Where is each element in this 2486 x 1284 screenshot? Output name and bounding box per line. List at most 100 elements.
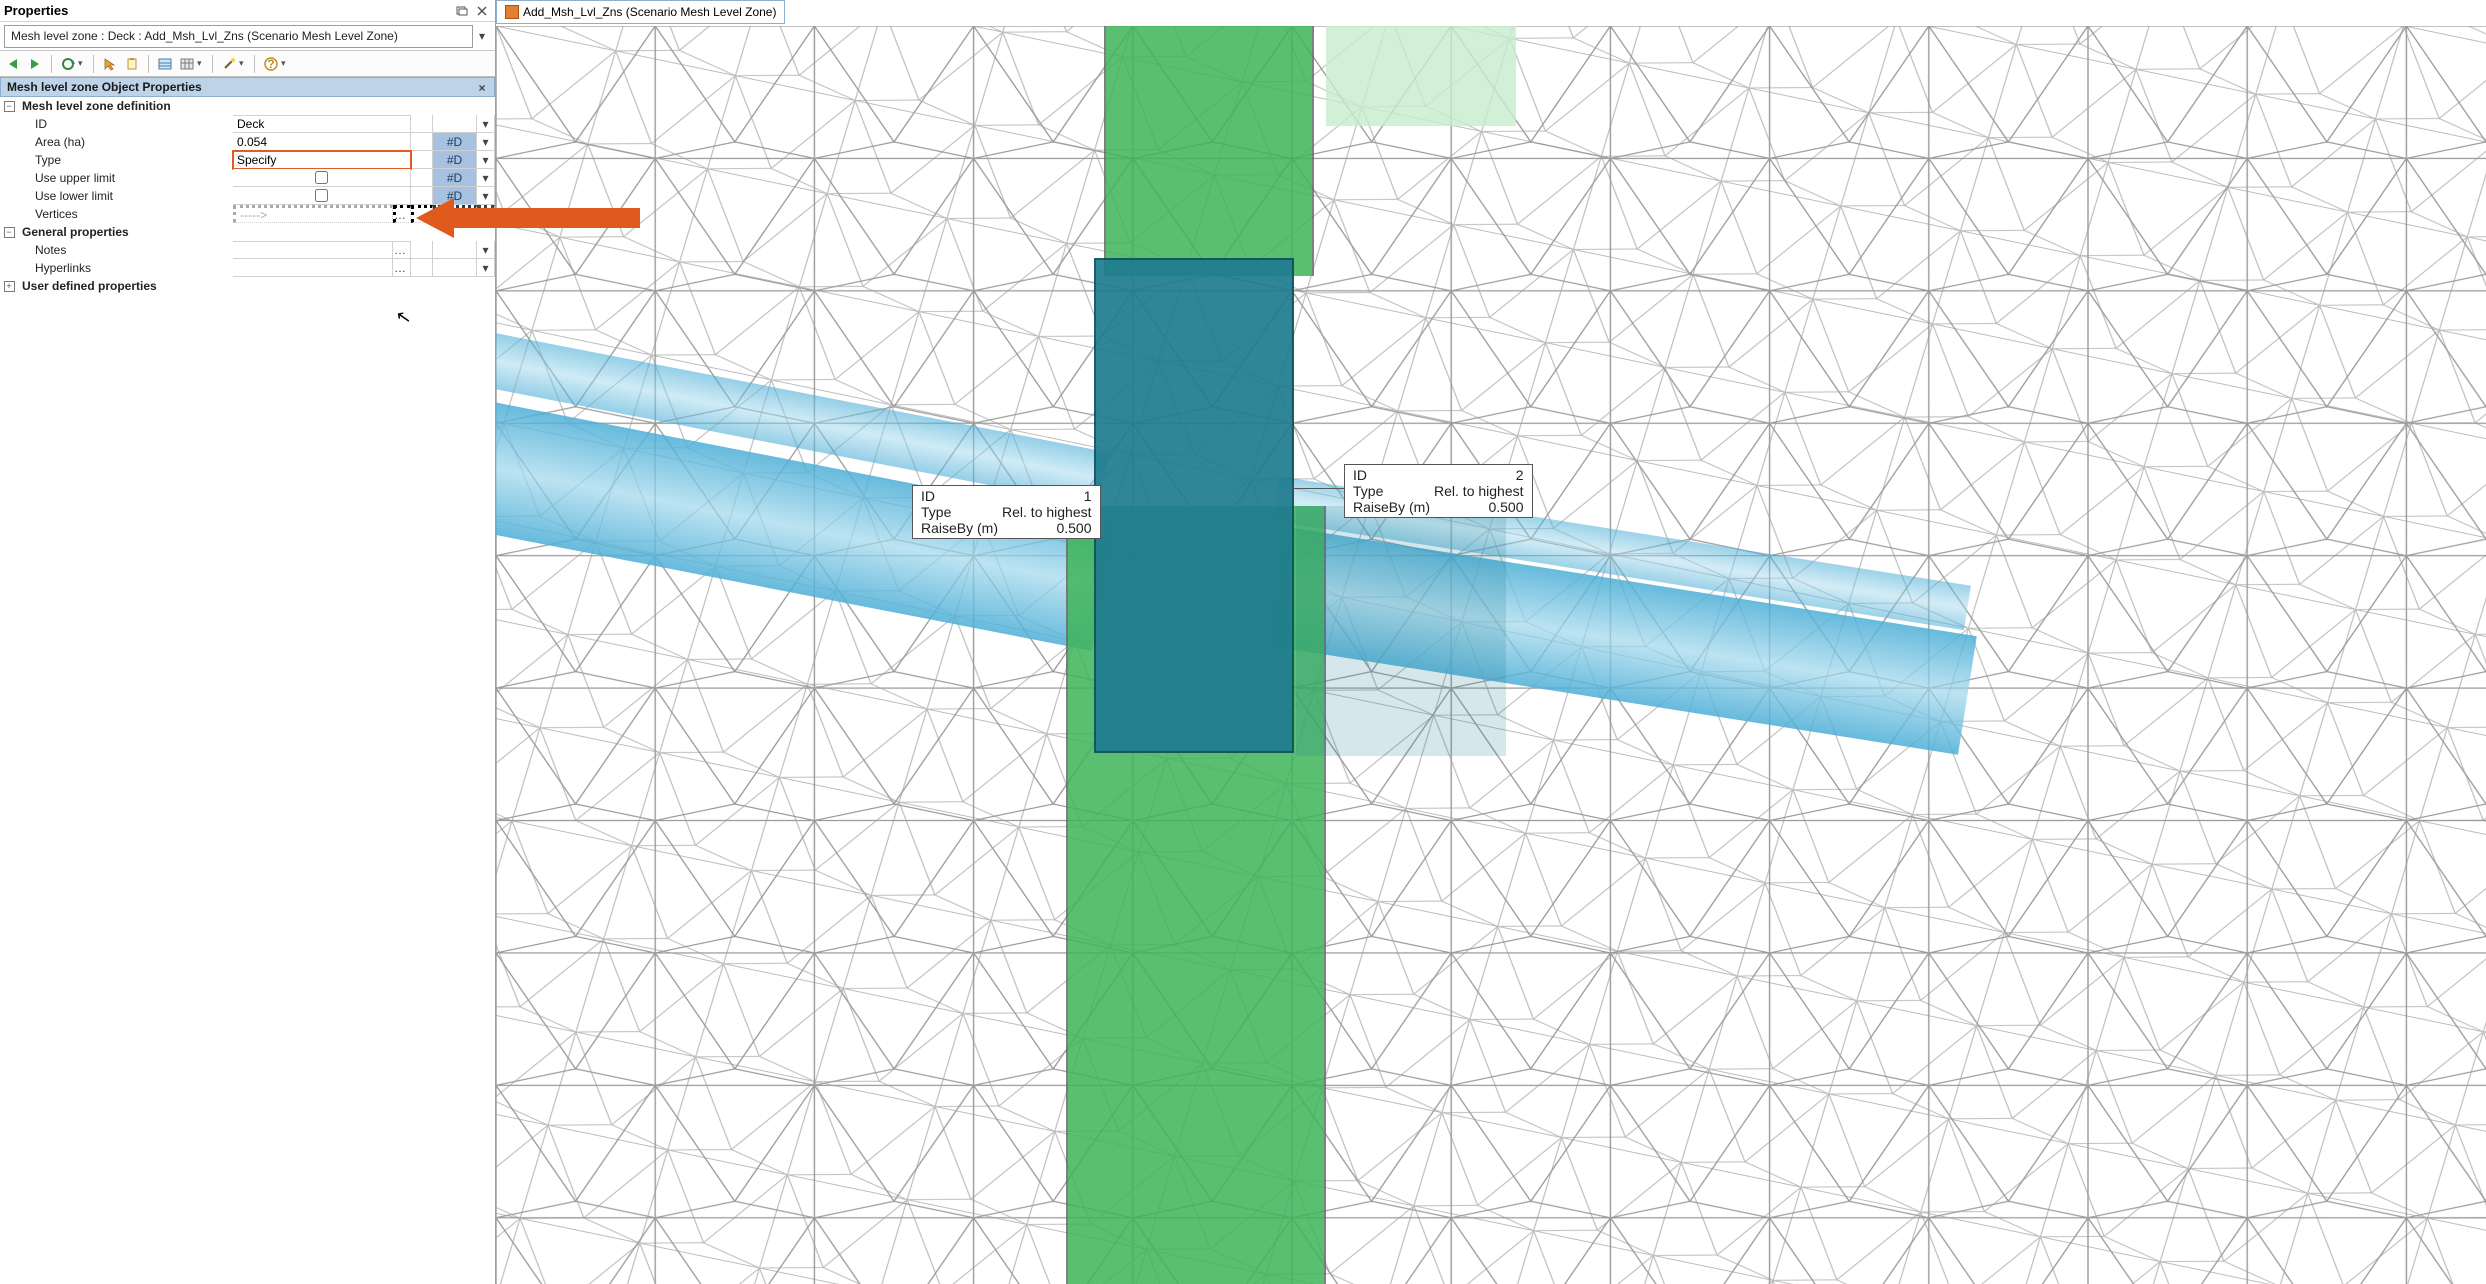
tag-notes: [433, 241, 477, 259]
deck-shadow: [1296, 506, 1506, 756]
label-notes: Notes: [13, 241, 233, 259]
dropdown-use-upper[interactable]: ▾: [477, 169, 495, 187]
collapse-icon[interactable]: −: [4, 227, 15, 238]
vertices-ellipsis-button[interactable]: …: [393, 205, 411, 223]
row-hyperlinks: Hyperlinks … ▾: [0, 259, 495, 277]
tt2-raise-v: 0.500: [1432, 499, 1526, 515]
green-zone-top: [1104, 26, 1314, 276]
label-area: Area (ha): [13, 133, 233, 151]
group-definition[interactable]: − Mesh level zone definition: [0, 97, 495, 115]
feature-label-1: ID1 TypeRel. to highest RaiseBy (m)0.500: [912, 485, 1101, 539]
tag-id: [433, 115, 477, 133]
value-id[interactable]: Deck: [233, 115, 411, 133]
collapse-icon[interactable]: −: [4, 101, 15, 112]
value-type[interactable]: Specify: [233, 151, 411, 169]
row-id: ID Deck ▾: [0, 115, 495, 133]
tag-hyperlinks: [433, 259, 477, 277]
hyperlinks-ellipsis-button[interactable]: …: [393, 259, 411, 277]
group-general-label: General properties: [18, 223, 238, 241]
value-hyperlinks[interactable]: [233, 259, 393, 277]
tt2-id-k: ID: [1351, 467, 1432, 483]
tt2-type-k: Type: [1351, 483, 1432, 499]
value-area[interactable]: 0.054: [233, 133, 411, 151]
tt1-id-k: ID: [919, 488, 1000, 504]
grid-dropdown[interactable]: ▾: [197, 58, 205, 69]
opt-id: [411, 115, 433, 133]
label-type: Type: [13, 151, 233, 169]
green-zone-fade: [1326, 26, 1516, 126]
tt1-raise-k: RaiseBy (m): [919, 520, 1000, 536]
panel-restore-icon[interactable]: [453, 3, 471, 19]
annotation-arrow-head: [416, 198, 454, 238]
group-definition-label: Mesh level zone definition: [18, 97, 238, 115]
dropdown-use-lower[interactable]: ▾: [477, 187, 495, 205]
checkbox-use-lower[interactable]: [315, 189, 328, 202]
row-type: Type Specify #D ▾: [0, 151, 495, 169]
tt1-id-v: 1: [1000, 488, 1094, 504]
section-header-label: Mesh level zone Object Properties: [7, 80, 202, 94]
pointer-icon[interactable]: [101, 55, 119, 73]
properties-panel: Properties Mesh level zone : Deck : Add_…: [0, 0, 496, 1284]
refresh-dropdown[interactable]: ▾: [78, 58, 86, 69]
grid-icon[interactable]: [178, 55, 196, 73]
nav-forward-icon[interactable]: [26, 55, 44, 73]
tag-use-upper: #D: [433, 169, 477, 187]
group-user[interactable]: + User defined properties: [0, 277, 495, 295]
label-use-lower: Use lower limit: [13, 187, 233, 205]
value-use-upper[interactable]: [233, 169, 411, 187]
table-icon[interactable]: [156, 55, 174, 73]
value-use-lower[interactable]: [233, 187, 411, 205]
opt-area: [411, 133, 433, 151]
value-notes[interactable]: [233, 241, 393, 259]
tag-area: #D: [433, 133, 477, 151]
label-use-upper: Use upper limit: [13, 169, 233, 187]
checkbox-use-upper[interactable]: [315, 171, 328, 184]
section-close-icon[interactable]: ×: [474, 80, 490, 96]
group-user-label: User defined properties: [18, 277, 238, 295]
dropdown-notes[interactable]: ▾: [477, 241, 495, 259]
tt1-raise-v: 0.500: [1000, 520, 1094, 536]
notes-ellipsis-button[interactable]: …: [393, 241, 411, 259]
properties-body: − Mesh level zone definition ID Deck ▾ A…: [0, 97, 495, 1284]
properties-toolbar: ▾ ▾ ▾ ? ▾: [0, 51, 495, 77]
row-use-upper: Use upper limit #D ▾: [0, 169, 495, 187]
label-id: ID: [13, 115, 233, 133]
wand-icon[interactable]: [220, 55, 238, 73]
value-vertices[interactable]: ----->: [233, 205, 393, 223]
dropdown-id[interactable]: ▾: [477, 115, 495, 133]
opt-type: [411, 151, 433, 169]
breadcrumb-dropdown-arrow[interactable]: ▾: [473, 29, 491, 43]
dropdown-area[interactable]: ▾: [477, 133, 495, 151]
tt2-type-v: Rel. to highest: [1432, 483, 1526, 499]
panel-close-icon[interactable]: [473, 3, 491, 19]
dropdown-type[interactable]: ▾: [477, 151, 495, 169]
opt-hyperlinks: [411, 259, 433, 277]
tt1-type-k: Type: [919, 504, 1000, 520]
refresh-icon[interactable]: [59, 55, 77, 73]
expand-icon[interactable]: +: [4, 281, 15, 292]
viewport-tab-label: Add_Msh_Lvl_Zns (Scenario Mesh Level Zon…: [523, 5, 776, 19]
breadcrumb-row: Mesh level zone : Deck : Add_Msh_Lvl_Zns…: [0, 22, 495, 51]
opt-use-upper: [411, 169, 433, 187]
breadcrumb-dropdown[interactable]: Mesh level zone : Deck : Add_Msh_Lvl_Zns…: [4, 25, 473, 48]
feature-label-2: ID2 TypeRel. to highest RaiseBy (m)0.500: [1344, 464, 1533, 518]
tag-type: #D: [433, 151, 477, 169]
map-viewport: Add_Msh_Lvl_Zns (Scenario Mesh Level Zon…: [496, 0, 2486, 1284]
deck-polygon[interactable]: [1094, 258, 1294, 753]
help-icon[interactable]: ?: [262, 55, 280, 73]
map-canvas[interactable]: ID1 TypeRel. to highest RaiseBy (m)0.500…: [496, 26, 2486, 1284]
nav-back-icon[interactable]: [4, 55, 22, 73]
clipboard-icon[interactable]: [123, 55, 141, 73]
tt1-type-v: Rel. to highest: [1000, 504, 1094, 520]
label-vertices: Vertices: [13, 205, 233, 223]
leader-line-2: [1292, 488, 1348, 489]
section-header: Mesh level zone Object Properties ×: [0, 77, 495, 97]
help-dropdown[interactable]: ▾: [281, 58, 289, 69]
tt2-id-v: 2: [1432, 467, 1526, 483]
wand-dropdown[interactable]: ▾: [239, 58, 247, 69]
dropdown-hyperlinks[interactable]: ▾: [477, 259, 495, 277]
row-area: Area (ha) 0.054 #D ▾: [0, 133, 495, 151]
row-notes: Notes … ▾: [0, 241, 495, 259]
panel-title: Properties: [4, 3, 68, 18]
viewport-tab[interactable]: Add_Msh_Lvl_Zns (Scenario Mesh Level Zon…: [496, 0, 785, 24]
